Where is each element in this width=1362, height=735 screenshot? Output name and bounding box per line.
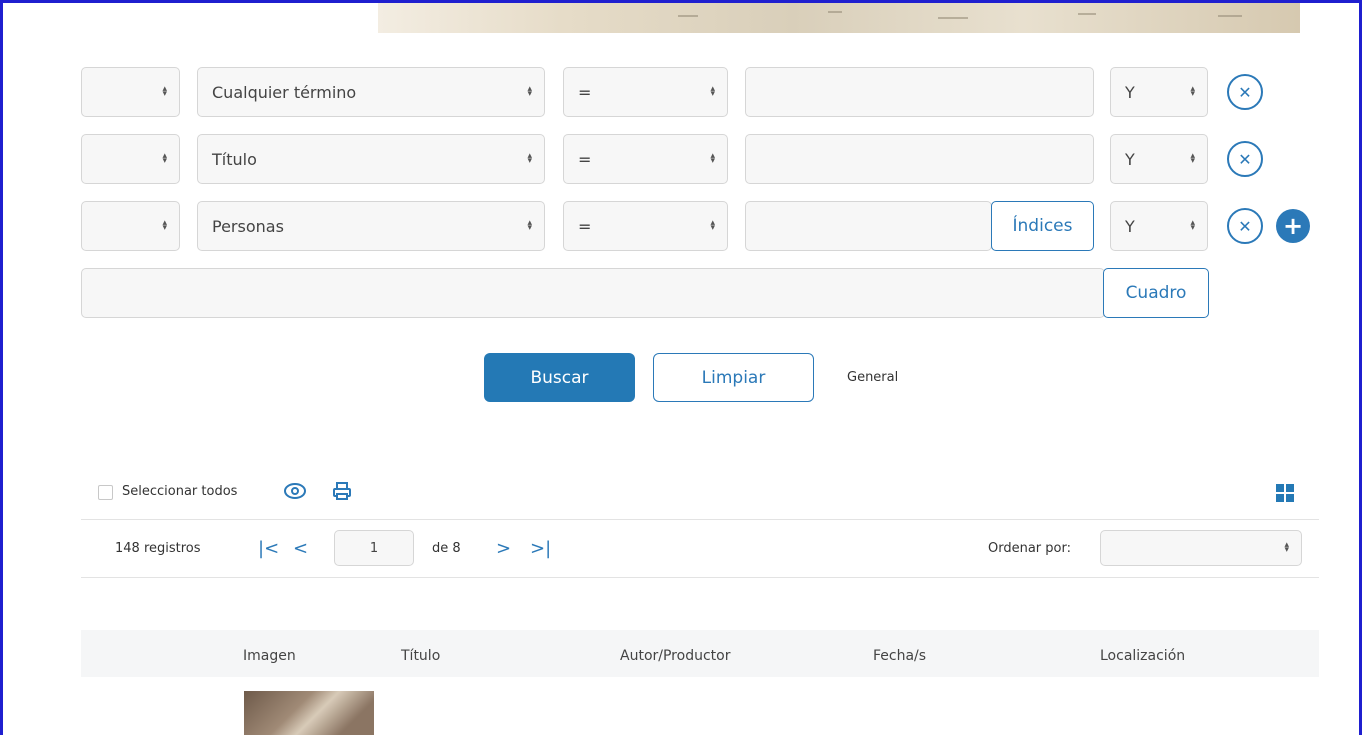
grid-view-icon[interactable] — [1275, 483, 1295, 507]
row2-field-value: Título — [212, 149, 257, 169]
row1-connector-value: Y — [1125, 82, 1135, 102]
cuadro-button[interactable]: Cuadro — [1103, 268, 1209, 318]
frame-input[interactable] — [81, 268, 1105, 318]
row3-remove-button[interactable]: ✕ — [1227, 208, 1263, 244]
row2-operator-select[interactable]: = ▴ ▾ — [563, 134, 728, 184]
row3-value-input[interactable] — [745, 201, 992, 251]
column-header-author[interactable]: Autor/Productor — [620, 648, 730, 664]
row2-value-input[interactable] — [745, 134, 1094, 184]
row3-operator-value: = — [578, 216, 592, 236]
row2-remove-button[interactable]: ✕ — [1227, 141, 1263, 177]
row2-operator-value: = — [578, 149, 592, 169]
column-header-location[interactable]: Localización — [1100, 648, 1185, 664]
row1-field-select[interactable]: Cualquier término ▴ ▾ — [197, 67, 545, 117]
header-banner-image — [378, 3, 1300, 33]
general-link[interactable]: General — [847, 370, 898, 385]
row2-field-select[interactable]: Título ▴ ▾ — [197, 134, 545, 184]
records-count: 148 registros — [115, 541, 201, 556]
row3-field-value: Personas — [212, 216, 284, 236]
row1-remove-button[interactable]: ✕ — [1227, 74, 1263, 110]
prev-page-icon[interactable]: < — [293, 538, 308, 559]
first-page-icon[interactable]: |< — [258, 538, 279, 559]
sort-select[interactable]: ▴ ▾ — [1100, 530, 1302, 566]
row3-prefix-select[interactable]: ▴ ▾ — [81, 201, 180, 251]
search-button[interactable]: Buscar — [484, 353, 635, 402]
eye-icon[interactable] — [283, 482, 307, 504]
row1-prefix-select[interactable]: ▴ ▾ — [81, 67, 180, 117]
row1-operator-select[interactable]: = ▴ ▾ — [563, 67, 728, 117]
row1-value-input[interactable] — [745, 67, 1094, 117]
row2-prefix-select[interactable]: ▴ ▾ — [81, 134, 180, 184]
result-thumbnail[interactable] — [244, 691, 374, 735]
column-header-date[interactable]: Fecha/s — [873, 648, 926, 664]
row3-connector-value: Y — [1125, 216, 1135, 236]
row3-operator-select[interactable]: = ▴ ▾ — [563, 201, 728, 251]
select-all-checkbox[interactable] — [98, 485, 113, 500]
select-all-label: Seleccionar todos — [122, 484, 238, 499]
divider — [81, 519, 1319, 520]
row1-operator-value: = — [578, 82, 592, 102]
clear-button[interactable]: Limpiar — [653, 353, 814, 402]
last-page-icon[interactable]: >| — [530, 538, 551, 559]
add-row-button[interactable]: + — [1276, 209, 1310, 243]
sort-label: Ordenar por: — [988, 541, 1071, 556]
row3-field-select[interactable]: Personas ▴ ▾ — [197, 201, 545, 251]
row1-field-value: Cualquier término — [212, 82, 357, 102]
print-icon[interactable] — [332, 481, 352, 505]
row3-connector-select[interactable]: Y ▴ ▾ — [1110, 201, 1208, 251]
indices-button[interactable]: Índices — [991, 201, 1094, 251]
page-input[interactable]: 1 — [334, 530, 414, 566]
row2-connector-value: Y — [1125, 149, 1135, 169]
next-page-icon[interactable]: > — [496, 538, 511, 559]
divider — [81, 577, 1319, 578]
row1-connector-select[interactable]: Y ▴ ▾ — [1110, 67, 1208, 117]
row2-connector-select[interactable]: Y ▴ ▾ — [1110, 134, 1208, 184]
page-total: de 8 — [432, 541, 461, 556]
column-header-title[interactable]: Título — [401, 648, 440, 664]
column-header-image[interactable]: Imagen — [243, 648, 296, 664]
